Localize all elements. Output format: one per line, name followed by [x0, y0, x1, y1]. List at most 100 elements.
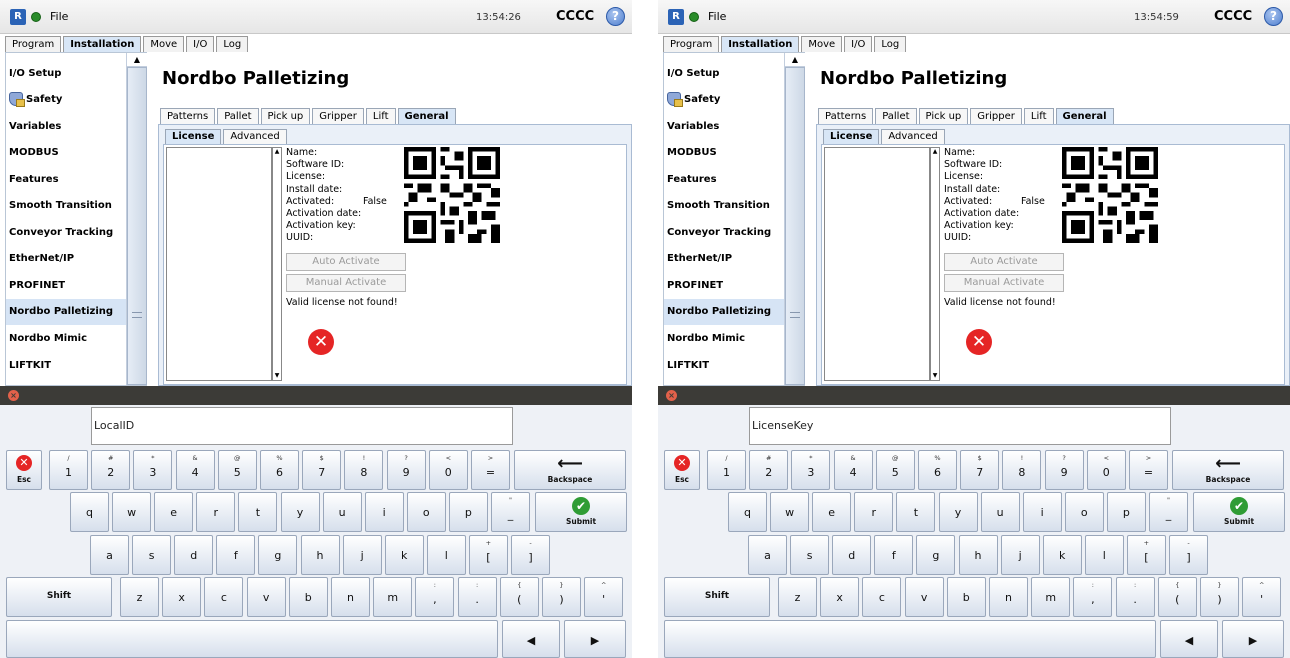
- key-row-q-2[interactable]: e: [154, 492, 194, 532]
- sidebar-item-conveyor-tracking[interactable]: Conveyor Tracking: [6, 220, 126, 246]
- key-row-z-9[interactable]: {(: [1157, 577, 1197, 617]
- sidebar-scrollbar[interactable]: ▲: [784, 53, 805, 385]
- key-row-z-8[interactable]: :.: [1115, 577, 1155, 617]
- key-row-q-8[interactable]: o: [1064, 492, 1104, 532]
- tab-program[interactable]: Program: [5, 36, 62, 52]
- esc-key[interactable]: ✕ Esc: [664, 450, 700, 490]
- tab-log[interactable]: Log: [216, 36, 249, 52]
- key-row-a-6[interactable]: j: [342, 535, 382, 575]
- keyboard-input-field[interactable]: LocalID: [91, 407, 513, 445]
- key-row-z-0[interactable]: z: [120, 577, 159, 617]
- key-row-q-6[interactable]: u: [980, 492, 1020, 532]
- sidebar-item-ethernet-ip[interactable]: EtherNet/IP: [664, 246, 784, 272]
- key-row-q-6[interactable]: u: [322, 492, 362, 532]
- key-row-z-0[interactable]: z: [778, 577, 817, 617]
- key-row-a-3[interactable]: f: [216, 535, 256, 575]
- key-row-z-4[interactable]: b: [288, 577, 328, 617]
- key-row-q-9[interactable]: p: [1106, 492, 1146, 532]
- key-row-z-3[interactable]: v: [904, 577, 944, 617]
- key-number-row-6[interactable]: $7: [302, 450, 342, 490]
- tab-general[interactable]: General: [1055, 108, 1114, 124]
- sidebar-item-nordbo-mimic[interactable]: Nordbo Mimic: [664, 326, 784, 352]
- sidebar-item-profinet[interactable]: PROFINET: [6, 273, 126, 299]
- key-row-a-4[interactable]: g: [258, 535, 298, 575]
- tab-advanced[interactable]: Advanced: [223, 129, 287, 144]
- tab-advanced[interactable]: Advanced: [881, 129, 945, 144]
- tab-pallet[interactable]: Pallet: [217, 108, 259, 124]
- sidebar-item-smooth-transition[interactable]: Smooth Transition: [6, 193, 126, 219]
- cursor-left-key[interactable]: ◀: [1160, 620, 1218, 658]
- auto-activate-button[interactable]: Auto Activate: [286, 253, 406, 271]
- key-row-a-9[interactable]: +[: [468, 535, 508, 575]
- cursor-right-key[interactable]: ▶: [564, 620, 626, 658]
- scroll-up-icon[interactable]: ▲: [785, 53, 805, 67]
- sidebar-item-modbus[interactable]: MODBUS: [6, 140, 126, 166]
- sidebar-item-liftkit[interactable]: LIFTKIT: [6, 353, 126, 379]
- key-number-row-3[interactable]: & 4: [175, 450, 215, 490]
- key-row-a-2[interactable]: d: [832, 535, 872, 575]
- key-row-q-2[interactable]: e: [812, 492, 852, 532]
- tab-general[interactable]: General: [397, 108, 456, 124]
- space-bar[interactable]: [664, 620, 1156, 658]
- key-row-a-0[interactable]: a: [748, 535, 787, 575]
- license-list[interactable]: [824, 147, 930, 381]
- key-row-z-2[interactable]: c: [862, 577, 902, 617]
- license-list-scrollbar[interactable]: ▲ ▼: [272, 147, 282, 381]
- shift-key[interactable]: Shift: [664, 577, 770, 617]
- submit-button[interactable]: ✔ Submit: [535, 492, 627, 532]
- run-status-icon[interactable]: [31, 12, 41, 22]
- key-row-a-5[interactable]: h: [300, 535, 340, 575]
- sidebar-item-variables[interactable]: Variables: [664, 114, 784, 140]
- space-bar[interactable]: [6, 620, 498, 658]
- sidebar-item-io-setup[interactable]: I/O Setup: [6, 61, 126, 87]
- tab-installation[interactable]: Installation: [721, 36, 800, 52]
- sidebar-item-io-setup[interactable]: I/O Setup: [664, 61, 784, 87]
- tab-installation[interactable]: Installation: [63, 36, 142, 52]
- tab-lift[interactable]: Lift: [1023, 108, 1054, 124]
- key-number-row-6[interactable]: $7: [960, 450, 1000, 490]
- key-row-a-8[interactable]: l: [1084, 535, 1124, 575]
- key-row-z-11[interactable]: ^ ': [584, 577, 624, 617]
- key-row-z-10[interactable]: }): [542, 577, 581, 617]
- key-row-q-9[interactable]: p: [448, 492, 488, 532]
- sidebar-item-features[interactable]: Features: [6, 167, 126, 193]
- key-row-a-7[interactable]: k: [384, 535, 424, 575]
- key-row-a-6[interactable]: j: [1000, 535, 1040, 575]
- sidebar-item-profinet[interactable]: PROFINET: [664, 273, 784, 299]
- sidebar-scrollbar[interactable]: ▲: [126, 53, 147, 385]
- key-row-a-1[interactable]: s: [790, 535, 830, 575]
- key-row-z-6[interactable]: m: [373, 577, 413, 617]
- sidebar-item-variables[interactable]: Variables: [6, 114, 126, 140]
- key-row-a-5[interactable]: h: [958, 535, 998, 575]
- key-row-a-1[interactable]: s: [132, 535, 172, 575]
- file-menu[interactable]: File: [50, 10, 68, 23]
- shift-key[interactable]: Shift: [6, 577, 112, 617]
- key-row-a-10[interactable]: -]: [1169, 535, 1208, 575]
- tab-move[interactable]: Move: [801, 36, 843, 52]
- key-row-q-0[interactable]: q: [70, 492, 109, 532]
- key-number-row-3[interactable]: & 4: [833, 450, 873, 490]
- scroll-down-icon[interactable]: ▼: [273, 372, 281, 380]
- key-row-z-7[interactable]: :,: [1073, 577, 1113, 617]
- cursor-left-key[interactable]: ◀: [502, 620, 560, 658]
- esc-key[interactable]: ✕ Esc: [6, 450, 42, 490]
- license-list-scrollbar[interactable]: ▲ ▼: [930, 147, 940, 381]
- key-row-q-0[interactable]: q: [728, 492, 767, 532]
- key-row-z-5[interactable]: n: [331, 577, 370, 617]
- key-number-row-7[interactable]: ! 8: [1002, 450, 1042, 490]
- key-number-row-7[interactable]: ! 8: [344, 450, 384, 490]
- key-row-q-8[interactable]: o: [406, 492, 446, 532]
- key-row-z-5[interactable]: n: [989, 577, 1028, 617]
- key-number-row-1[interactable]: #2: [749, 450, 789, 490]
- sidebar-item-nordbo-palletizing[interactable]: Nordbo Palletizing: [6, 299, 126, 325]
- tab-io[interactable]: I/O: [844, 36, 873, 52]
- key-row-q-3[interactable]: r: [854, 492, 894, 532]
- key-row-z-8[interactable]: :.: [457, 577, 497, 617]
- sidebar-item-modbus[interactable]: MODBUS: [664, 140, 784, 166]
- scrollbar-thumb[interactable]: [127, 67, 147, 385]
- key-number-row-4[interactable]: @5: [217, 450, 257, 490]
- key-number-row-5[interactable]: % 6: [918, 450, 957, 490]
- key-row-a-9[interactable]: +[: [1126, 535, 1166, 575]
- submit-button[interactable]: ✔ Submit: [1193, 492, 1285, 532]
- tab-move[interactable]: Move: [143, 36, 185, 52]
